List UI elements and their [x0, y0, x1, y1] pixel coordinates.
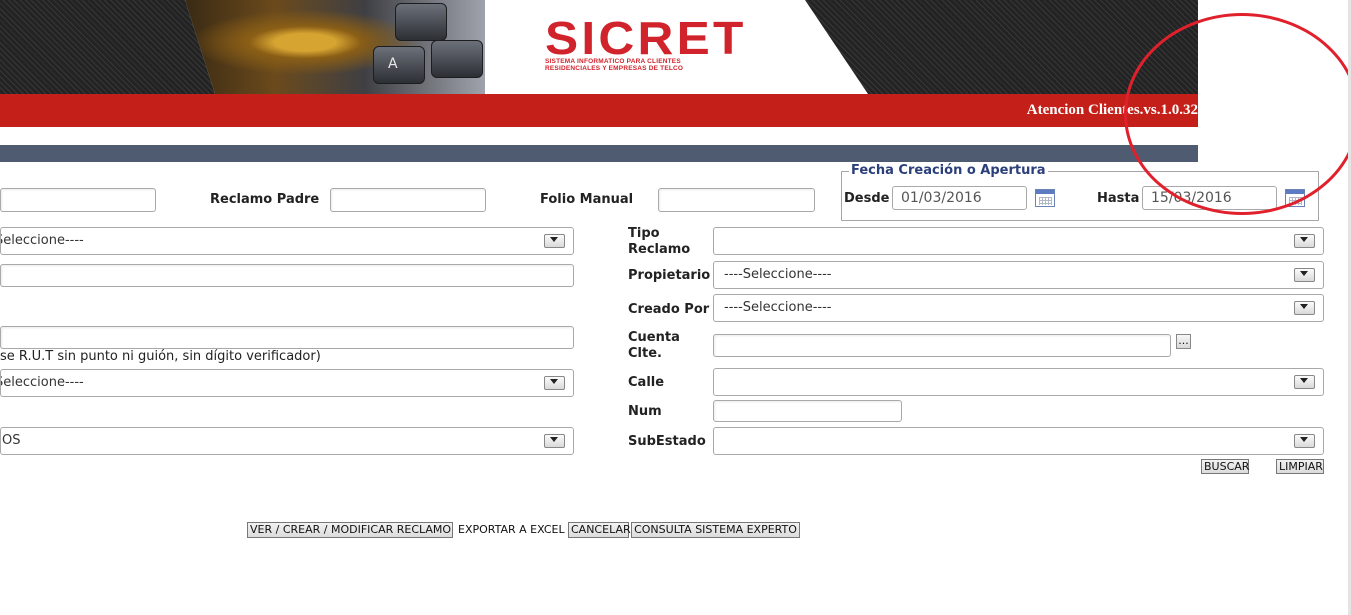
- reclamo-padre-input[interactable]: [330, 188, 486, 212]
- keyboard-key: [395, 3, 447, 41]
- num-input[interactable]: [713, 400, 902, 422]
- header-banner: A SICRET SISTEMA INFORMATICO PARA CLIENT…: [0, 0, 1198, 94]
- calle-select[interactable]: [713, 368, 1324, 396]
- subestado-select[interactable]: [713, 427, 1324, 455]
- folio-manual-label: Folio Manual: [540, 192, 634, 207]
- cancelar-button[interactable]: CANCELAR: [568, 522, 631, 538]
- left-select-2[interactable]: Seleccione----: [0, 369, 574, 397]
- consulta-sistema-experto-button[interactable]: CONSULTA SISTEMA EXPERTO: [631, 522, 800, 538]
- exportar-excel-button[interactable]: EXPORTAR A EXCEL: [455, 522, 566, 538]
- nav-bar: [0, 145, 1198, 162]
- chevron-down-icon: [1294, 434, 1315, 448]
- cuenta-lookup-button[interactable]: ...: [1176, 334, 1191, 349]
- propietario-select[interactable]: ----Seleccione----: [713, 261, 1324, 289]
- propietario-value: ----Seleccione----: [724, 267, 832, 282]
- rut-hint: se R.U.T sin punto ni guión, sin dígito …: [0, 349, 321, 364]
- chevron-down-icon: [1294, 234, 1315, 248]
- calle-label: Calle: [628, 375, 665, 390]
- desde-label: Desde: [844, 191, 890, 206]
- header-red-bar: Atencion Clientes.vs.1.0.32: [0, 94, 1198, 127]
- chevron-down-icon: [544, 234, 565, 248]
- folio-manual-input[interactable]: [658, 188, 815, 212]
- keyboard-key-glyph: A: [388, 56, 398, 72]
- subestado-label: SubEstado: [628, 434, 706, 449]
- tipo-reclamo-label: Tipo Reclamo: [628, 226, 691, 257]
- keyboard-key: [431, 40, 483, 78]
- creado-por-select[interactable]: ----Seleccione----: [713, 294, 1324, 322]
- laptop-keyboard-image: A: [185, 0, 485, 94]
- reclamo-field[interactable]: [0, 188, 156, 212]
- left-select-1[interactable]: Seleccione----: [0, 227, 574, 255]
- ver-crear-modificar-button[interactable]: VER / CREAR / MODIFICAR RECLAMO: [247, 522, 453, 538]
- hasta-label: Hasta: [1097, 191, 1140, 206]
- sicret-logo: SICRET SISTEMA INFORMATICO PARA CLIENTES…: [545, 15, 790, 78]
- rut-input[interactable]: [0, 326, 574, 349]
- left-select-2-value: Seleccione----: [0, 375, 84, 390]
- calendar-icon[interactable]: [1035, 189, 1055, 207]
- fecha-legend: Fecha Creación o Apertura: [849, 163, 1048, 178]
- chevron-down-icon: [1294, 268, 1315, 282]
- keyboard-key: A: [373, 46, 425, 84]
- left-select-3[interactable]: OS: [0, 427, 574, 455]
- cuenta-clte-label: Cuenta Clte.: [628, 330, 680, 361]
- left-select-3-value: OS: [2, 433, 21, 448]
- propietario-label: Propietario: [628, 268, 711, 283]
- creado-por-value: ----Seleccione----: [724, 300, 832, 315]
- left-text-input-1[interactable]: [0, 264, 574, 287]
- desde-date-input[interactable]: 01/03/2016: [892, 186, 1027, 210]
- num-label: Num: [628, 404, 662, 419]
- chevron-down-icon: [544, 376, 565, 390]
- brand-name: SICRET: [545, 12, 747, 64]
- chevron-down-icon: [1294, 375, 1315, 389]
- reclamo-padre-label: Reclamo Padre: [210, 192, 320, 207]
- left-select-1-value: Seleccione----: [0, 233, 84, 248]
- creado-por-label: Creado Por: [628, 302, 710, 317]
- tipo-reclamo-select[interactable]: [713, 227, 1324, 255]
- chevron-down-icon: [1294, 301, 1315, 315]
- cuenta-clte-input[interactable]: [713, 334, 1171, 357]
- buscar-button[interactable]: BUSCAR: [1201, 459, 1249, 474]
- annotation-circle: [1124, 13, 1351, 215]
- limpiar-button[interactable]: LIMPIAR: [1276, 459, 1324, 474]
- chevron-down-icon: [544, 434, 565, 448]
